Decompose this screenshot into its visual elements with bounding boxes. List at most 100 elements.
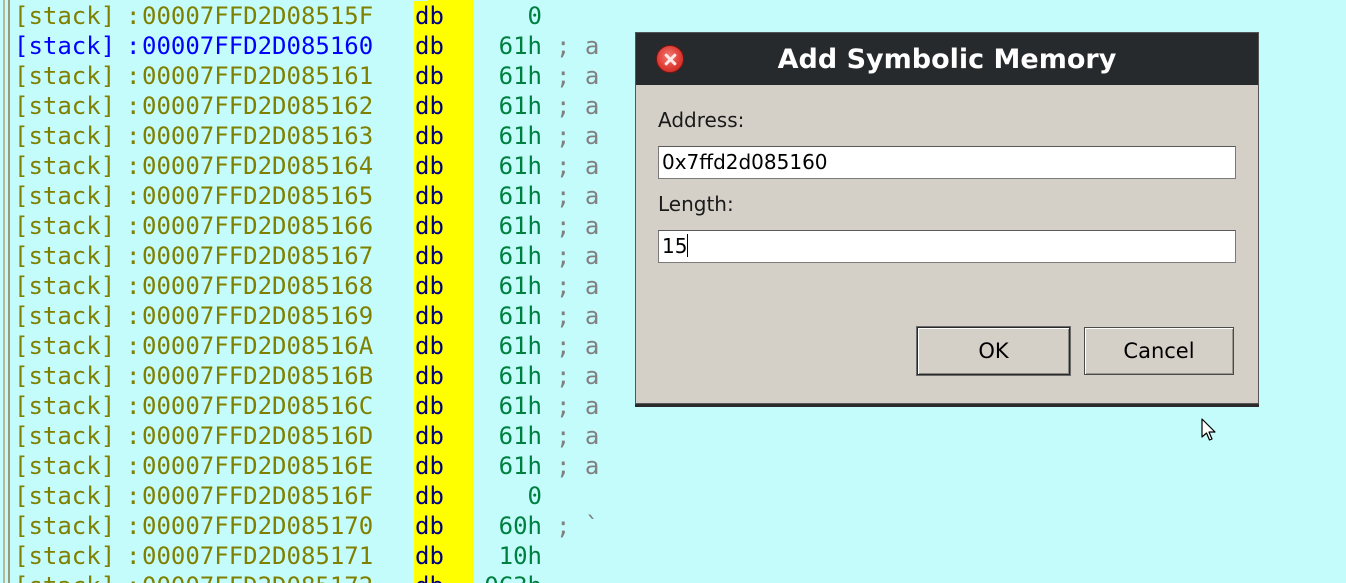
comment: ; a bbox=[556, 122, 600, 150]
close-icon[interactable] bbox=[656, 45, 684, 73]
segment-name: [stack] bbox=[14, 362, 116, 390]
directive: db bbox=[414, 331, 460, 361]
byte-value: 61h bbox=[498, 392, 542, 420]
directive: db bbox=[414, 571, 460, 583]
directive: db bbox=[414, 271, 460, 301]
listing-row[interactable]: [stack]:00007FFD2D085166 db 61h ; a bbox=[14, 211, 654, 241]
address-separator: : bbox=[126, 212, 141, 240]
listing-row[interactable]: [stack]:00007FFD2D08516C db 61h ; a bbox=[14, 391, 654, 421]
address-separator: : bbox=[126, 512, 141, 540]
address: 00007FFD2D085167 bbox=[142, 242, 374, 270]
segment-name: [stack] bbox=[14, 332, 116, 360]
listing-row[interactable]: [stack]:00007FFD2D08516E db 61h ; a bbox=[14, 451, 654, 481]
hex-listing[interactable]: [stack]:00007FFD2D08515F db 0 [stack]:00007… bbox=[14, 0, 654, 583]
address: 00007FFD2D085171 bbox=[142, 542, 374, 570]
byte-value: 61h bbox=[498, 452, 542, 480]
listing-row[interactable]: [stack]:00007FFD2D085169 db 61h ; a bbox=[14, 301, 654, 331]
directive: db bbox=[414, 481, 460, 511]
listing-row[interactable]: [stack]:00007FFD2D085171 db 10h bbox=[14, 541, 654, 571]
listing-row[interactable]: [stack]:00007FFD2D085170 db 60h ; ` bbox=[14, 511, 654, 541]
byte-value: 61h bbox=[498, 62, 542, 90]
comment: ; a bbox=[556, 32, 600, 60]
listing-row[interactable]: [stack]:00007FFD2D085168 db 61h ; a bbox=[14, 271, 654, 301]
address-separator: : bbox=[126, 542, 141, 570]
add-symbolic-memory-dialog: Add Symbolic Memory Address: 0x7ffd2d085… bbox=[635, 32, 1259, 404]
directive: db bbox=[414, 301, 460, 331]
directive: db bbox=[414, 1, 460, 31]
directive: db bbox=[414, 511, 460, 541]
segment-name: [stack] bbox=[14, 482, 116, 510]
address: 00007FFD2D085168 bbox=[142, 272, 374, 300]
address-separator: : bbox=[126, 32, 141, 60]
listing-row[interactable]: [stack]:00007FFD2D085163 db 61h ; a bbox=[14, 121, 654, 151]
comment: ; ` bbox=[556, 512, 600, 540]
segment-name: [stack] bbox=[14, 272, 116, 300]
segment-name: [stack] bbox=[14, 212, 116, 240]
listing-row[interactable]: [stack]:00007FFD2D085162 db 61h ; a bbox=[14, 91, 654, 121]
address: 00007FFD2D085169 bbox=[142, 302, 374, 330]
cancel-button[interactable]: Cancel bbox=[1084, 327, 1234, 375]
byte-value: 61h bbox=[498, 422, 542, 450]
comment: ; a bbox=[556, 392, 600, 420]
address: 00007FFD2D08515F bbox=[142, 2, 374, 30]
text-caret bbox=[687, 234, 689, 257]
address: 00007FFD2D08516D bbox=[142, 422, 374, 450]
byte-value: 0 bbox=[527, 2, 542, 30]
listing-row[interactable]: [stack]:00007FFD2D085172 db0C3h bbox=[14, 571, 654, 583]
listing-row[interactable]: [stack]:00007FFD2D08516D db 61h ; a bbox=[14, 421, 654, 451]
dialog-title: Add Symbolic Memory bbox=[777, 44, 1117, 75]
listing-row[interactable]: [stack]:00007FFD2D085164 db 61h ; a bbox=[14, 151, 654, 181]
address-separator: : bbox=[126, 452, 141, 480]
directive: db bbox=[414, 211, 460, 241]
listing-row[interactable]: [stack]:00007FFD2D08516F db 0 bbox=[14, 481, 654, 511]
listing-row[interactable]: [stack]:00007FFD2D085165 db 61h ; a bbox=[14, 181, 654, 211]
byte-value: 61h bbox=[498, 272, 542, 300]
directive: db bbox=[414, 121, 460, 151]
byte-value: 61h bbox=[498, 362, 542, 390]
listing-row[interactable]: [stack]:00007FFD2D08516A db 61h ; a bbox=[14, 331, 654, 361]
segment-name: [stack] bbox=[14, 542, 116, 570]
address: 00007FFD2D085163 bbox=[142, 122, 374, 150]
segment-name: [stack] bbox=[14, 571, 115, 583]
directive: db bbox=[414, 451, 460, 481]
comment: ; a bbox=[556, 362, 600, 390]
disassembly-view: [stack]:00007FFD2D08515F db 0 [stack]:00007… bbox=[0, 0, 1346, 583]
address-separator: : bbox=[126, 62, 141, 90]
listing-row[interactable]: [stack]:00007FFD2D085161 db 61h ; a bbox=[14, 61, 654, 91]
byte-value: 61h bbox=[498, 152, 542, 180]
segment-name: [stack] bbox=[14, 122, 116, 150]
length-input[interactable]: 15 bbox=[658, 230, 1236, 263]
address: 00007FFD2D08516C bbox=[142, 392, 374, 420]
byte-value: 10h bbox=[498, 542, 542, 570]
address-separator: : bbox=[126, 182, 141, 210]
directive: db bbox=[414, 241, 460, 271]
segment-name: [stack] bbox=[14, 512, 116, 540]
address: 00007FFD2D08516F bbox=[142, 482, 374, 510]
address: 00007FFD2D085172 bbox=[142, 571, 373, 583]
listing-row[interactable]: [stack]:00007FFD2D08516B db 61h ; a bbox=[14, 361, 654, 391]
directive: db bbox=[414, 61, 460, 91]
address-input[interactable]: 0x7ffd2d085160 bbox=[658, 146, 1236, 179]
byte-value: 61h bbox=[498, 182, 542, 210]
address: 00007FFD2D085166 bbox=[142, 212, 374, 240]
directive: db bbox=[414, 421, 460, 451]
address-separator: : bbox=[126, 332, 141, 360]
comment: ; a bbox=[556, 152, 600, 180]
segment-name: [stack] bbox=[14, 182, 116, 210]
listing-row[interactable]: [stack]:00007FFD2D085167 db 61h ; a bbox=[14, 241, 654, 271]
listing-gutter bbox=[0, 0, 10, 583]
listing-row[interactable]: [stack]:00007FFD2D08515F db 0 bbox=[14, 1, 654, 31]
gutter-line bbox=[3, 0, 5, 583]
address-separator: : bbox=[126, 92, 141, 120]
address: 00007FFD2D08516E bbox=[142, 452, 374, 480]
ok-button[interactable]: OK bbox=[917, 327, 1070, 375]
segment-name: [stack] bbox=[14, 422, 116, 450]
address: 00007FFD2D085162 bbox=[142, 92, 374, 120]
directive: db bbox=[414, 31, 460, 61]
segment-name: [stack] bbox=[14, 92, 116, 120]
listing-row-current[interactable]: [stack]:00007FFD2D085160 db 61h ; a bbox=[14, 31, 654, 61]
segment-name: [stack] bbox=[14, 302, 116, 330]
directive: db bbox=[414, 391, 460, 421]
byte-value: 61h bbox=[498, 122, 542, 150]
segment-name: [stack] bbox=[14, 392, 116, 420]
